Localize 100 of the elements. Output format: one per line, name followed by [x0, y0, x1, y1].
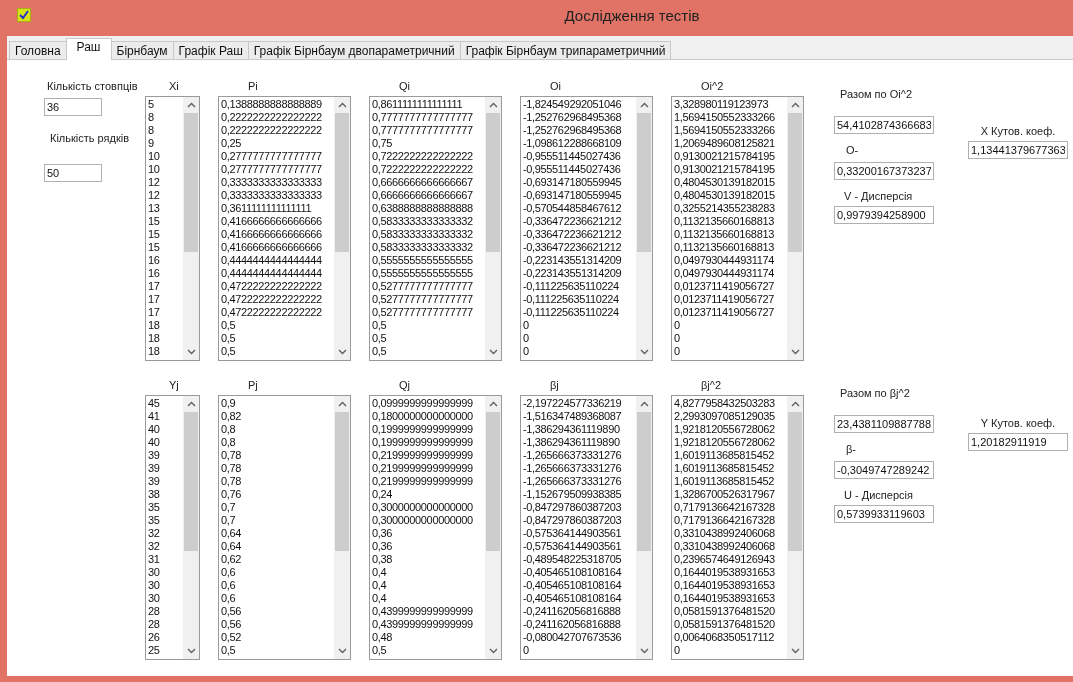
list-item[interactable]: -0,847297860387203 [523, 501, 634, 514]
list-item[interactable]: 35 [148, 514, 181, 527]
list-item[interactable]: 0,64 [221, 527, 332, 540]
list-item[interactable]: 0,36 [372, 540, 483, 553]
list-item[interactable]: 0,3310438992406068 [674, 527, 785, 540]
list-item[interactable]: 0 [674, 644, 785, 657]
list-item[interactable]: 0,0581591376481520 [674, 618, 785, 631]
list-item[interactable]: 0,0581591376481520 [674, 605, 785, 618]
list-item[interactable]: 26 [148, 631, 181, 644]
list-item[interactable]: 1,9218120556728062 [674, 436, 785, 449]
list-item[interactable]: 0,64 [221, 540, 332, 553]
list-item[interactable]: 1,6019113685815452 [674, 475, 785, 488]
list-box[interactable] [671, 395, 804, 660]
list-item[interactable]: 0,7222222222222222 [372, 150, 483, 163]
scroll-thumb[interactable] [184, 113, 198, 252]
list-item[interactable]: 0,7 [221, 514, 332, 527]
list-item[interactable]: -0,575364144903561 [523, 540, 634, 553]
scroll-thumb[interactable] [486, 412, 500, 551]
list-item[interactable]: 0,3310438992406068 [674, 540, 785, 553]
list-item[interactable]: 0 [523, 332, 634, 345]
list-item[interactable]: 0,4444444444444444 [221, 267, 332, 280]
list-box[interactable] [671, 96, 804, 361]
scrollbar[interactable] [183, 396, 199, 659]
list-item[interactable]: 17 [148, 306, 181, 319]
list-item[interactable]: 0,2199999999999999 [372, 449, 483, 462]
list-item[interactable]: 10 [148, 163, 181, 176]
list-item[interactable]: 5 [148, 98, 181, 111]
list-item[interactable]: 0,0999999999999999 [372, 397, 483, 410]
list-item[interactable]: 0,7179136642167328 [674, 501, 785, 514]
scroll-thumb[interactable] [335, 412, 349, 551]
scroll-thumb[interactable] [486, 113, 500, 252]
list-item[interactable]: -0,955511445027436 [523, 163, 634, 176]
list-item[interactable]: 17 [148, 280, 181, 293]
list-item[interactable]: 15 [148, 228, 181, 241]
list-item[interactable]: 0,4444444444444444 [221, 254, 332, 267]
list-item[interactable]: -0,847297860387203 [523, 514, 634, 527]
list-item[interactable]: 30 [148, 579, 181, 592]
list-item[interactable]: 0,1132135660168813 [674, 228, 785, 241]
list-item[interactable]: -1,152679509938385 [523, 488, 634, 501]
list-item[interactable]: 0,6666666666666667 [372, 176, 483, 189]
list-item[interactable]: 15 [148, 241, 181, 254]
scroll-thumb[interactable] [637, 412, 651, 551]
list-item[interactable]: 0,2777777777777777 [221, 163, 332, 176]
list-item[interactable]: 0,5555555555555555 [372, 267, 483, 280]
list-item[interactable]: 0,3255214355238283 [674, 202, 785, 215]
input-field[interactable]: 36 [44, 98, 102, 116]
scroll-thumb[interactable] [184, 412, 198, 551]
list-item[interactable]: -0,575364144903561 [523, 527, 634, 540]
tab[interactable]: Графік Бірнбаум трипараметричний [459, 41, 672, 59]
list-item[interactable]: 0,76 [221, 488, 332, 501]
list-item[interactable]: 0,0064068350517112 [674, 631, 785, 644]
list-item[interactable]: 2,2993097085129035 [674, 410, 785, 423]
list-item[interactable]: -0,241162056816888 [523, 605, 634, 618]
output-field[interactable]: 0,33200167373237 [834, 162, 934, 180]
list-item[interactable]: 39 [148, 449, 181, 462]
list-item[interactable]: 0,4166666666666666 [221, 241, 332, 254]
list-item[interactable]: 0,7777777777777777 [372, 111, 483, 124]
list-item[interactable]: 0,2777777777777777 [221, 150, 332, 163]
list-item[interactable]: -0,336472236621212 [523, 215, 634, 228]
list-box[interactable] [369, 395, 502, 660]
list-item[interactable]: 0,9130021215784195 [674, 150, 785, 163]
list-item[interactable]: 0,6 [221, 592, 332, 605]
output-field[interactable]: 1,13441379677363 [968, 141, 1068, 159]
list-item[interactable]: 1,3286700526317967 [674, 488, 785, 501]
list-item[interactable]: 0,7179136642167328 [674, 514, 785, 527]
list-item[interactable]: -0,111225635110224 [523, 293, 634, 306]
list-item[interactable]: 0,1999999999999999 [372, 423, 483, 436]
list-item[interactable]: 0,4804530139182015 [674, 176, 785, 189]
list-item[interactable]: 0,4399999999999999 [372, 618, 483, 631]
output-field[interactable]: 1,20182911919 [968, 433, 1068, 451]
list-item[interactable]: 0,6 [221, 579, 332, 592]
list-item[interactable]: 0,5 [221, 345, 332, 358]
list-item[interactable]: 0,24 [372, 488, 483, 501]
list-item[interactable]: -0,405465108108164 [523, 592, 634, 605]
list-item[interactable]: 1,5694150552333266 [674, 124, 785, 137]
list-box[interactable] [369, 96, 502, 361]
list-item[interactable]: 0,2199999999999999 [372, 462, 483, 475]
scrollbar[interactable] [636, 97, 652, 360]
scroll-thumb[interactable] [788, 412, 802, 551]
scroll-thumb[interactable] [788, 113, 802, 252]
list-item[interactable]: 0,5277777777777777 [372, 293, 483, 306]
list-item[interactable]: 0,3000000000000000 [372, 501, 483, 514]
list-item[interactable]: 28 [148, 618, 181, 631]
list-item[interactable]: 0,0123711419056727 [674, 306, 785, 319]
scrollbar[interactable] [636, 396, 652, 659]
list-item[interactable]: 0,2222222222222222 [221, 111, 332, 124]
scrollbar[interactable] [485, 396, 501, 659]
output-field[interactable]: -0,3049747289242 [834, 461, 934, 479]
list-item[interactable]: 0,0123711419056727 [674, 280, 785, 293]
list-item[interactable]: -0,223143551314209 [523, 267, 634, 280]
list-item[interactable]: -0,405465108108164 [523, 579, 634, 592]
list-item[interactable]: 0,78 [221, 462, 332, 475]
list-item[interactable]: 0,1388888888888889 [221, 98, 332, 111]
list-item[interactable]: 30 [148, 592, 181, 605]
list-item[interactable]: -0,693147180559945 [523, 189, 634, 202]
list-item[interactable]: 0,78 [221, 475, 332, 488]
list-item[interactable]: 9 [148, 137, 181, 150]
list-item[interactable]: 0,8611111111111111 [372, 98, 483, 111]
list-item[interactable]: 0,1800000000000000 [372, 410, 483, 423]
list-item[interactable]: 12 [148, 189, 181, 202]
